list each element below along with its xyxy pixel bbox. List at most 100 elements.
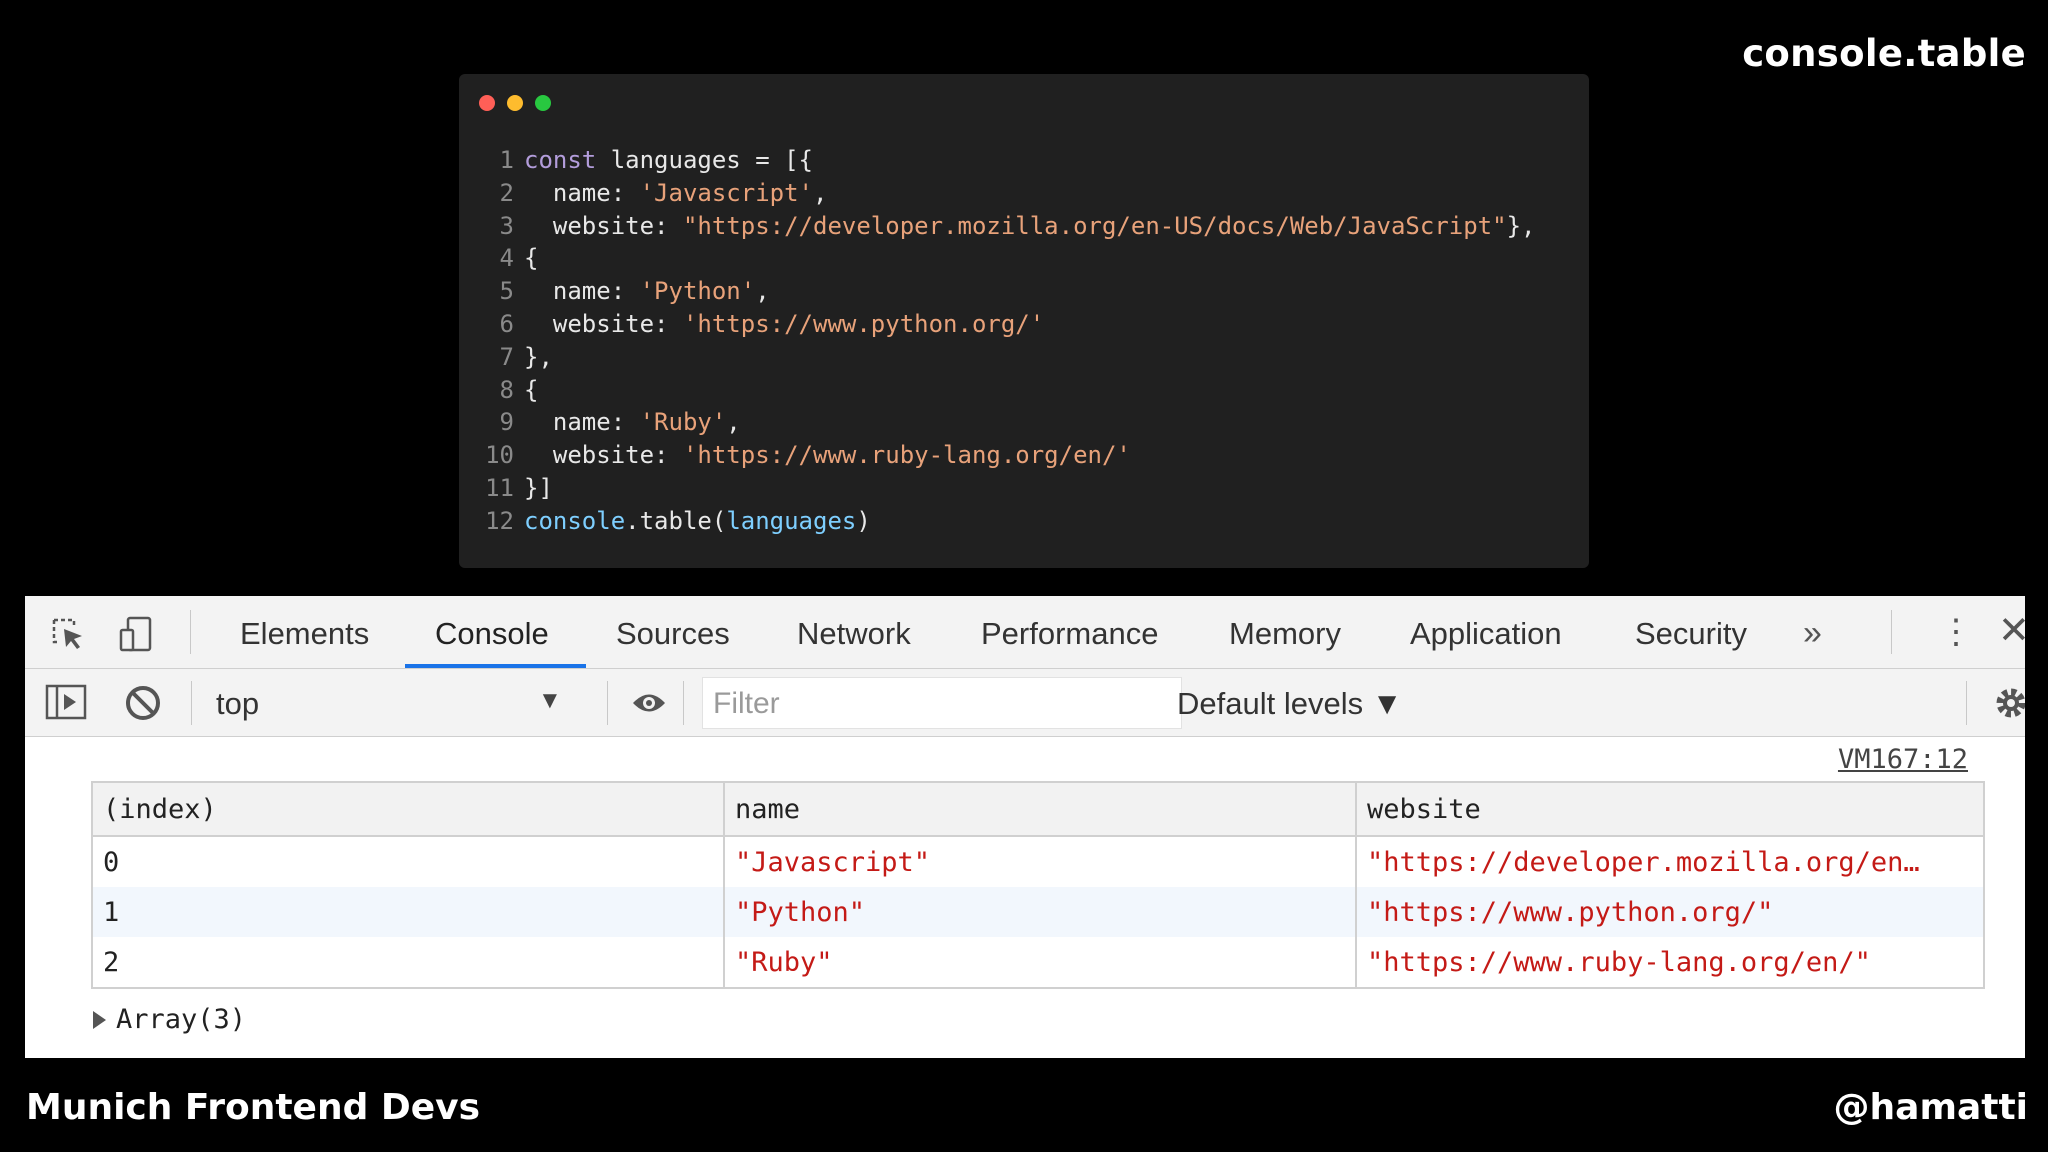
devtools-panel: Elements Console Sources Network Perform… (25, 596, 2030, 1058)
slide-title: console.table (1742, 32, 2026, 75)
line-number: 3 (499, 211, 514, 240)
tab-network[interactable]: Network (797, 616, 911, 652)
line-number: 2 (499, 178, 514, 207)
console-toolbar: top ▼ Default levels ▼ (25, 669, 2025, 737)
code-window: 1 const languages = [{ 2 name: 'Javascript… (459, 74, 1589, 568)
array-summary: Array(3) (116, 1004, 247, 1035)
code-line: 11}] (459, 472, 1535, 505)
code-line: 12 console .table(languages) (459, 505, 1535, 538)
tab-memory[interactable]: Memory (1229, 616, 1341, 652)
table-cell-index: 0 (91, 836, 725, 887)
line-number: 12 (485, 506, 514, 535)
inspect-element-icon[interactable] (48, 614, 88, 654)
active-tab-indicator (405, 664, 586, 668)
divider (1891, 610, 1892, 654)
code-line: 10 website: 'https://www.ruby-lang.org/e… (459, 439, 1535, 472)
filter-input[interactable] (711, 686, 1175, 722)
window-controls (479, 95, 551, 111)
column-header-website[interactable]: website (1355, 781, 1985, 837)
code-token: 'https://www.python.org/' (682, 309, 1045, 338)
more-options-icon[interactable]: ⋮ (1939, 612, 1973, 652)
tab-console[interactable]: Console (435, 616, 549, 652)
divider (190, 610, 191, 654)
table-row: 1 "Python" "https://www.python.org/" (91, 887, 1985, 937)
chevron-down-icon[interactable]: ▼ (538, 687, 562, 715)
code-token: languages = [{ (596, 146, 813, 174)
log-levels-dropdown[interactable]: Default levels ▼ (1177, 686, 1402, 722)
code-line: 6 website: 'https://www.python.org/' (459, 308, 1535, 341)
expand-triangle-icon[interactable] (93, 1010, 106, 1029)
table-cell-website: "https://www.ruby-lang.org/en/" (1355, 937, 1985, 988)
array-expander[interactable]: Array(3) (93, 1004, 246, 1035)
divider (1966, 681, 1967, 725)
code-line: 7}, (459, 341, 1535, 374)
code-token: , (812, 178, 828, 207)
line-number: 5 (499, 277, 514, 306)
column-header-name[interactable]: name (723, 781, 1357, 837)
table-cell-index: 2 (91, 937, 725, 988)
table-cell-name: "Javascript" (723, 836, 1357, 887)
code-token: name: (524, 178, 640, 207)
tab-security[interactable]: Security (1635, 616, 1747, 652)
line-number: 8 (499, 375, 514, 404)
code-line: 8{ (459, 374, 1535, 407)
divider (683, 681, 684, 725)
minimize-dot-icon (507, 95, 523, 111)
code-token: website: (524, 309, 683, 338)
more-tabs-icon[interactable]: » (1803, 614, 1822, 653)
table-row: 0 "Javascript" "https://developer.mozill… (91, 836, 1985, 887)
code-block: 1 const languages = [{ 2 name: 'Javascript… (459, 144, 1535, 538)
code-token: , (755, 277, 770, 306)
clear-console-icon[interactable] (123, 683, 163, 723)
code-line: 4{ (459, 242, 1535, 275)
line-number: 6 (499, 309, 514, 338)
code-token: 'Ruby' (639, 408, 727, 437)
tab-sources[interactable]: Sources (616, 616, 730, 652)
divider (607, 681, 608, 725)
line-number: 10 (485, 441, 514, 470)
line-number: 9 (499, 408, 514, 437)
code-token: 'Javascript' (639, 178, 813, 207)
tab-elements[interactable]: Elements (240, 616, 369, 652)
code-line: 5 name: 'Python', (459, 275, 1535, 308)
device-toolbar-icon[interactable] (117, 614, 157, 654)
code-token: { (524, 244, 539, 273)
code-token: const (524, 146, 597, 174)
code-token: console (524, 506, 626, 535)
code-line: 1 const languages = [{ (459, 144, 1535, 177)
tab-application[interactable]: Application (1410, 616, 1562, 652)
line-number: 7 (499, 342, 514, 371)
sidebar-toggle-icon[interactable] (45, 683, 87, 721)
live-expression-eye-icon[interactable] (609, 684, 689, 722)
close-icon[interactable]: ✕ (1998, 608, 2030, 653)
code-token: .table( (625, 506, 727, 535)
code-token: 'Python' (639, 277, 756, 306)
devtools-tabbar: Elements Console Sources Network Perform… (25, 596, 2030, 669)
line-number: 1 (499, 146, 514, 174)
code-token: , (726, 408, 741, 437)
context-selector[interactable]: top (216, 686, 259, 722)
maximize-dot-icon (535, 95, 551, 111)
code-token: "https://developer.mozilla.org/en-US/doc… (682, 211, 1507, 240)
code-token: website: (524, 441, 683, 470)
code-token: { (524, 375, 539, 404)
table-header-row: (index) name website (91, 781, 1985, 837)
footer-handle: @hamatti (1833, 1087, 2028, 1128)
filter-field[interactable] (702, 677, 1182, 729)
table-cell-name: "Python" (723, 887, 1357, 937)
table-cell-name: "Ruby" (723, 937, 1357, 988)
source-link[interactable]: VM167:12 (1838, 744, 1968, 775)
gear-icon[interactable] (1991, 683, 2025, 723)
code-token: name: (524, 277, 640, 306)
tab-performance[interactable]: Performance (981, 616, 1158, 652)
code-token: ) (856, 506, 871, 535)
divider (191, 681, 192, 725)
close-dot-icon (479, 95, 495, 111)
code-token: name: (524, 408, 640, 437)
code-token: }] (524, 473, 553, 502)
line-number: 4 (499, 244, 514, 273)
footer-event-name: Munich Frontend Devs (26, 1087, 481, 1128)
column-header-index[interactable]: (index) (91, 781, 725, 837)
line-number: 11 (485, 473, 514, 502)
code-token: 'https://www.ruby-lang.org/en/' (682, 441, 1131, 470)
